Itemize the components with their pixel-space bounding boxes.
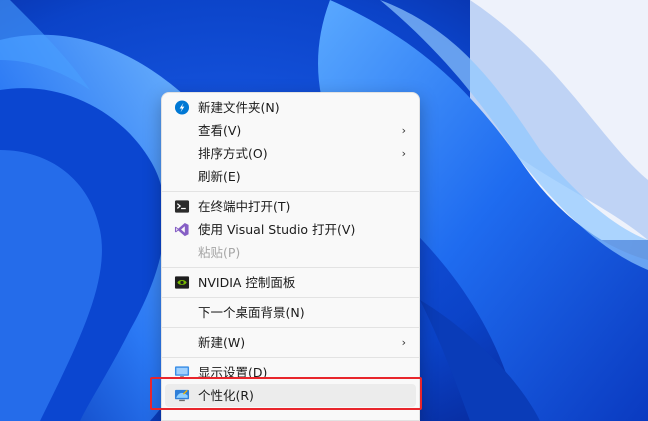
menu-label: 查看(V) — [198, 123, 242, 138]
menu-label: 粘贴(P) — [198, 245, 241, 260]
menu-item-next-background[interactable]: 下一个桌面背景(N) — [165, 301, 416, 324]
menu-label: 使用 Visual Studio 打开(V) — [198, 222, 356, 237]
menu-item-open-terminal[interactable]: 在终端中打开(T) — [165, 195, 416, 218]
menu-label: 在终端中打开(T) — [198, 199, 291, 214]
visual-studio-icon — [174, 222, 189, 237]
menu-divider — [162, 297, 419, 298]
chevron-right-icon: › — [401, 147, 406, 160]
menu-item-new-folder[interactable]: 新建文件夹(N) — [165, 96, 416, 119]
personalize-icon — [174, 389, 190, 402]
menu-label: NVIDIA 控制面板 — [198, 275, 296, 290]
menu-label: 新建文件夹(N) — [198, 100, 280, 115]
menu-label: 个性化(R) — [198, 388, 254, 403]
menu-divider — [162, 357, 419, 358]
menu-item-paste: 粘贴(P) — [165, 241, 416, 264]
menu-divider — [162, 327, 419, 328]
menu-divider — [162, 267, 419, 268]
menu-item-nvidia-control-panel[interactable]: NVIDIA 控制面板 — [165, 271, 416, 294]
display-icon — [174, 366, 190, 379]
menu-item-view[interactable]: 查看(V) › — [165, 119, 416, 142]
nvidia-icon — [174, 276, 190, 289]
chevron-right-icon: › — [401, 336, 406, 349]
menu-label: 排序方式(O) — [198, 146, 268, 161]
menu-item-display-settings[interactable]: 显示设置(D) — [165, 361, 416, 384]
menu-label: 显示设置(D) — [198, 365, 268, 380]
new-folder-icon — [174, 100, 190, 115]
menu-item-open-visual-studio[interactable]: 使用 Visual Studio 打开(V) — [165, 218, 416, 241]
menu-label: 下一个桌面背景(N) — [198, 305, 305, 320]
menu-item-sort-by[interactable]: 排序方式(O) › — [165, 142, 416, 165]
menu-item-new[interactable]: 新建(W) › — [165, 331, 416, 354]
menu-item-personalize[interactable]: 个性化(R) — [165, 384, 416, 407]
menu-label: 新建(W) — [198, 335, 246, 350]
terminal-icon — [174, 200, 190, 213]
menu-item-refresh[interactable]: 刷新(E) — [165, 165, 416, 188]
menu-divider — [162, 191, 419, 192]
chevron-right-icon: › — [401, 124, 406, 137]
menu-label: 刷新(E) — [198, 169, 241, 184]
context-menu: 新建文件夹(N) 查看(V) › 排序方式(O) › 刷新(E) 在终端中打开(… — [161, 92, 420, 421]
